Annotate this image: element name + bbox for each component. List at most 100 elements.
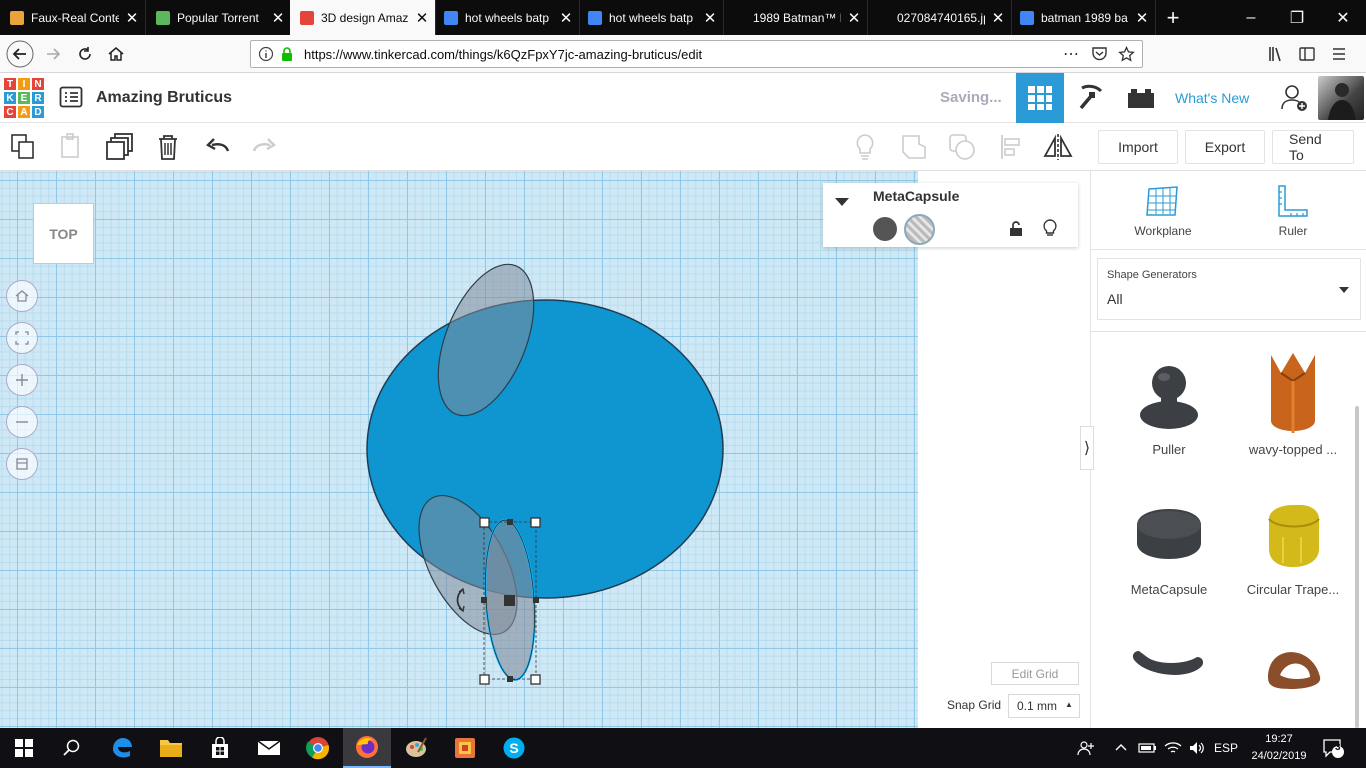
group-icon[interactable] bbox=[898, 131, 930, 163]
design-list-icon[interactable] bbox=[59, 86, 83, 108]
hole-button[interactable] bbox=[904, 214, 935, 245]
close-tab-icon[interactable]: ✕ bbox=[841, 9, 867, 27]
send-to-button[interactable]: Send To bbox=[1272, 130, 1354, 164]
system-clock[interactable]: 19:27 24/02/2019 bbox=[1249, 731, 1309, 765]
add-user-icon[interactable] bbox=[1280, 83, 1308, 113]
lock-shape-icon[interactable] bbox=[1009, 220, 1023, 237]
menu-icon[interactable] bbox=[1330, 45, 1348, 63]
wifi-icon[interactable] bbox=[1163, 740, 1183, 756]
close-window-icon[interactable]: ✕ bbox=[1320, 0, 1366, 35]
panel-scrollbar[interactable] bbox=[1355, 406, 1359, 728]
close-tab-icon[interactable]: ✕ bbox=[697, 9, 723, 27]
taskbar-firefox[interactable] bbox=[343, 728, 391, 768]
page-actions-icon[interactable]: ⋯ bbox=[1063, 44, 1079, 64]
new-tab-button[interactable]: + bbox=[1156, 0, 1190, 35]
3d-view-button[interactable] bbox=[1016, 73, 1064, 123]
edit-grid-button[interactable]: Edit Grid bbox=[991, 662, 1079, 685]
design-scene[interactable] bbox=[0, 171, 918, 728]
tray-chevron-up-icon[interactable] bbox=[1113, 740, 1129, 756]
minimize-icon[interactable]: – bbox=[1228, 0, 1274, 35]
export-button[interactable]: Export bbox=[1185, 130, 1265, 164]
minecraft-view-button[interactable] bbox=[1068, 73, 1114, 123]
delete-icon[interactable] bbox=[152, 131, 184, 163]
snap-grid-select[interactable]: 0.1 mm ▲ bbox=[1008, 694, 1080, 718]
shape-puller[interactable]: Puller bbox=[1114, 357, 1224, 457]
mirror-icon[interactable] bbox=[1042, 131, 1074, 163]
lock-icon[interactable] bbox=[280, 46, 294, 62]
close-tab-icon[interactable]: ✕ bbox=[265, 9, 291, 27]
home-view-button[interactable] bbox=[6, 280, 38, 312]
bricks-view-button[interactable] bbox=[1118, 73, 1164, 123]
search-button[interactable] bbox=[48, 728, 96, 768]
ungroup-icon[interactable] bbox=[946, 131, 978, 163]
language-indicator[interactable]: ESP bbox=[1214, 728, 1238, 768]
taskbar-mail[interactable] bbox=[245, 728, 293, 768]
shape-metacapsule[interactable]: MetaCapsule bbox=[1114, 497, 1224, 597]
browser-tab[interactable]: 1989 Batman™ Mov✕ bbox=[722, 0, 868, 35]
center-handle[interactable] bbox=[504, 595, 515, 606]
shape-teardrop-ring[interactable] bbox=[1238, 637, 1348, 727]
address-bar[interactable]: https://www.tinkercad.com/things/k6QzFpx… bbox=[250, 40, 1143, 68]
home-button[interactable] bbox=[101, 39, 131, 69]
close-tab-icon[interactable]: ✕ bbox=[553, 9, 579, 27]
taskbar-store[interactable] bbox=[196, 728, 244, 768]
restore-icon[interactable]: ❐ bbox=[1274, 0, 1320, 35]
zoom-in-button[interactable] bbox=[6, 364, 38, 396]
design-title[interactable]: Amazing Bruticus bbox=[96, 89, 232, 107]
workplane-tool[interactable]: Workplane bbox=[1113, 183, 1213, 238]
browser-tab[interactable]: batman 1989 ba ✕ bbox=[1010, 0, 1156, 35]
zoom-out-button[interactable] bbox=[6, 406, 38, 438]
close-tab-icon[interactable]: ✕ bbox=[985, 9, 1011, 27]
browser-tab[interactable]: hot wheels batp ✕ bbox=[434, 0, 580, 35]
taskbar-paint[interactable] bbox=[392, 728, 440, 768]
notes-lightbulb-icon[interactable] bbox=[849, 131, 881, 163]
browser-tab[interactable]: 027084740165.jpg (Jl✕ bbox=[866, 0, 1012, 35]
browser-tab[interactable]: hot wheels batp ✕ bbox=[578, 0, 724, 35]
back-button[interactable] bbox=[5, 39, 35, 69]
action-center-button[interactable]: 3 bbox=[1322, 728, 1344, 768]
duplicate-icon[interactable] bbox=[104, 131, 136, 163]
import-button[interactable]: Import bbox=[1098, 130, 1178, 164]
collapse-inspector-icon[interactable] bbox=[834, 197, 850, 207]
user-avatar[interactable] bbox=[1318, 76, 1364, 120]
ruler-tool[interactable]: Ruler bbox=[1243, 183, 1343, 238]
ortho-view-button[interactable] bbox=[6, 448, 38, 480]
redo-icon[interactable] bbox=[248, 131, 280, 163]
align-icon[interactable] bbox=[996, 131, 1028, 163]
bookmark-star-icon[interactable] bbox=[1118, 46, 1135, 63]
tinkercad-logo[interactable]: TINKERCAD bbox=[3, 77, 45, 119]
info-icon[interactable] bbox=[258, 46, 274, 62]
whats-new-link[interactable]: What's New bbox=[1175, 90, 1249, 106]
main-body-shape[interactable] bbox=[366, 299, 724, 599]
battery-icon[interactable] bbox=[1138, 740, 1158, 756]
taskbar-chrome[interactable] bbox=[294, 728, 342, 768]
volume-icon[interactable] bbox=[1188, 740, 1206, 756]
pocket-icon[interactable] bbox=[1091, 46, 1108, 62]
workplane-canvas[interactable] bbox=[0, 171, 918, 728]
shape-generators-select[interactable]: Shape Generators All bbox=[1097, 258, 1361, 320]
library-icon[interactable] bbox=[1267, 45, 1285, 63]
paste-icon[interactable] bbox=[56, 131, 88, 163]
undo-icon[interactable] bbox=[202, 131, 234, 163]
visibility-lightbulb-icon[interactable] bbox=[1042, 218, 1058, 238]
shape-wavy-topped[interactable]: wavy-topped ... bbox=[1238, 351, 1348, 457]
solid-button[interactable] bbox=[873, 217, 897, 241]
view-cube[interactable]: TOP bbox=[33, 203, 94, 264]
shape-half-torus[interactable] bbox=[1114, 637, 1224, 727]
taskbar-app[interactable] bbox=[441, 728, 489, 768]
people-icon[interactable] bbox=[1077, 739, 1095, 757]
taskbar-edge[interactable] bbox=[98, 728, 146, 768]
sidebar-icon[interactable] bbox=[1298, 45, 1316, 63]
close-tab-icon[interactable]: ✕ bbox=[409, 9, 435, 27]
shape-circular-trapezoid[interactable]: Circular Trape... bbox=[1238, 497, 1348, 597]
browser-tab[interactable]: Faux-Real Conte ✕ bbox=[0, 0, 146, 35]
collapse-panel-button[interactable]: ⟩ bbox=[1080, 426, 1094, 470]
start-button[interactable] bbox=[0, 728, 48, 768]
forward-button[interactable] bbox=[38, 39, 68, 69]
copy-icon[interactable] bbox=[8, 131, 40, 163]
taskbar-file-explorer[interactable] bbox=[147, 728, 195, 768]
close-tab-icon[interactable]: ✕ bbox=[1129, 9, 1155, 27]
close-tab-icon[interactable]: ✕ bbox=[119, 9, 145, 27]
browser-tab[interactable]: Popular Torrent ✕ bbox=[146, 0, 292, 35]
fit-view-button[interactable] bbox=[6, 322, 38, 354]
